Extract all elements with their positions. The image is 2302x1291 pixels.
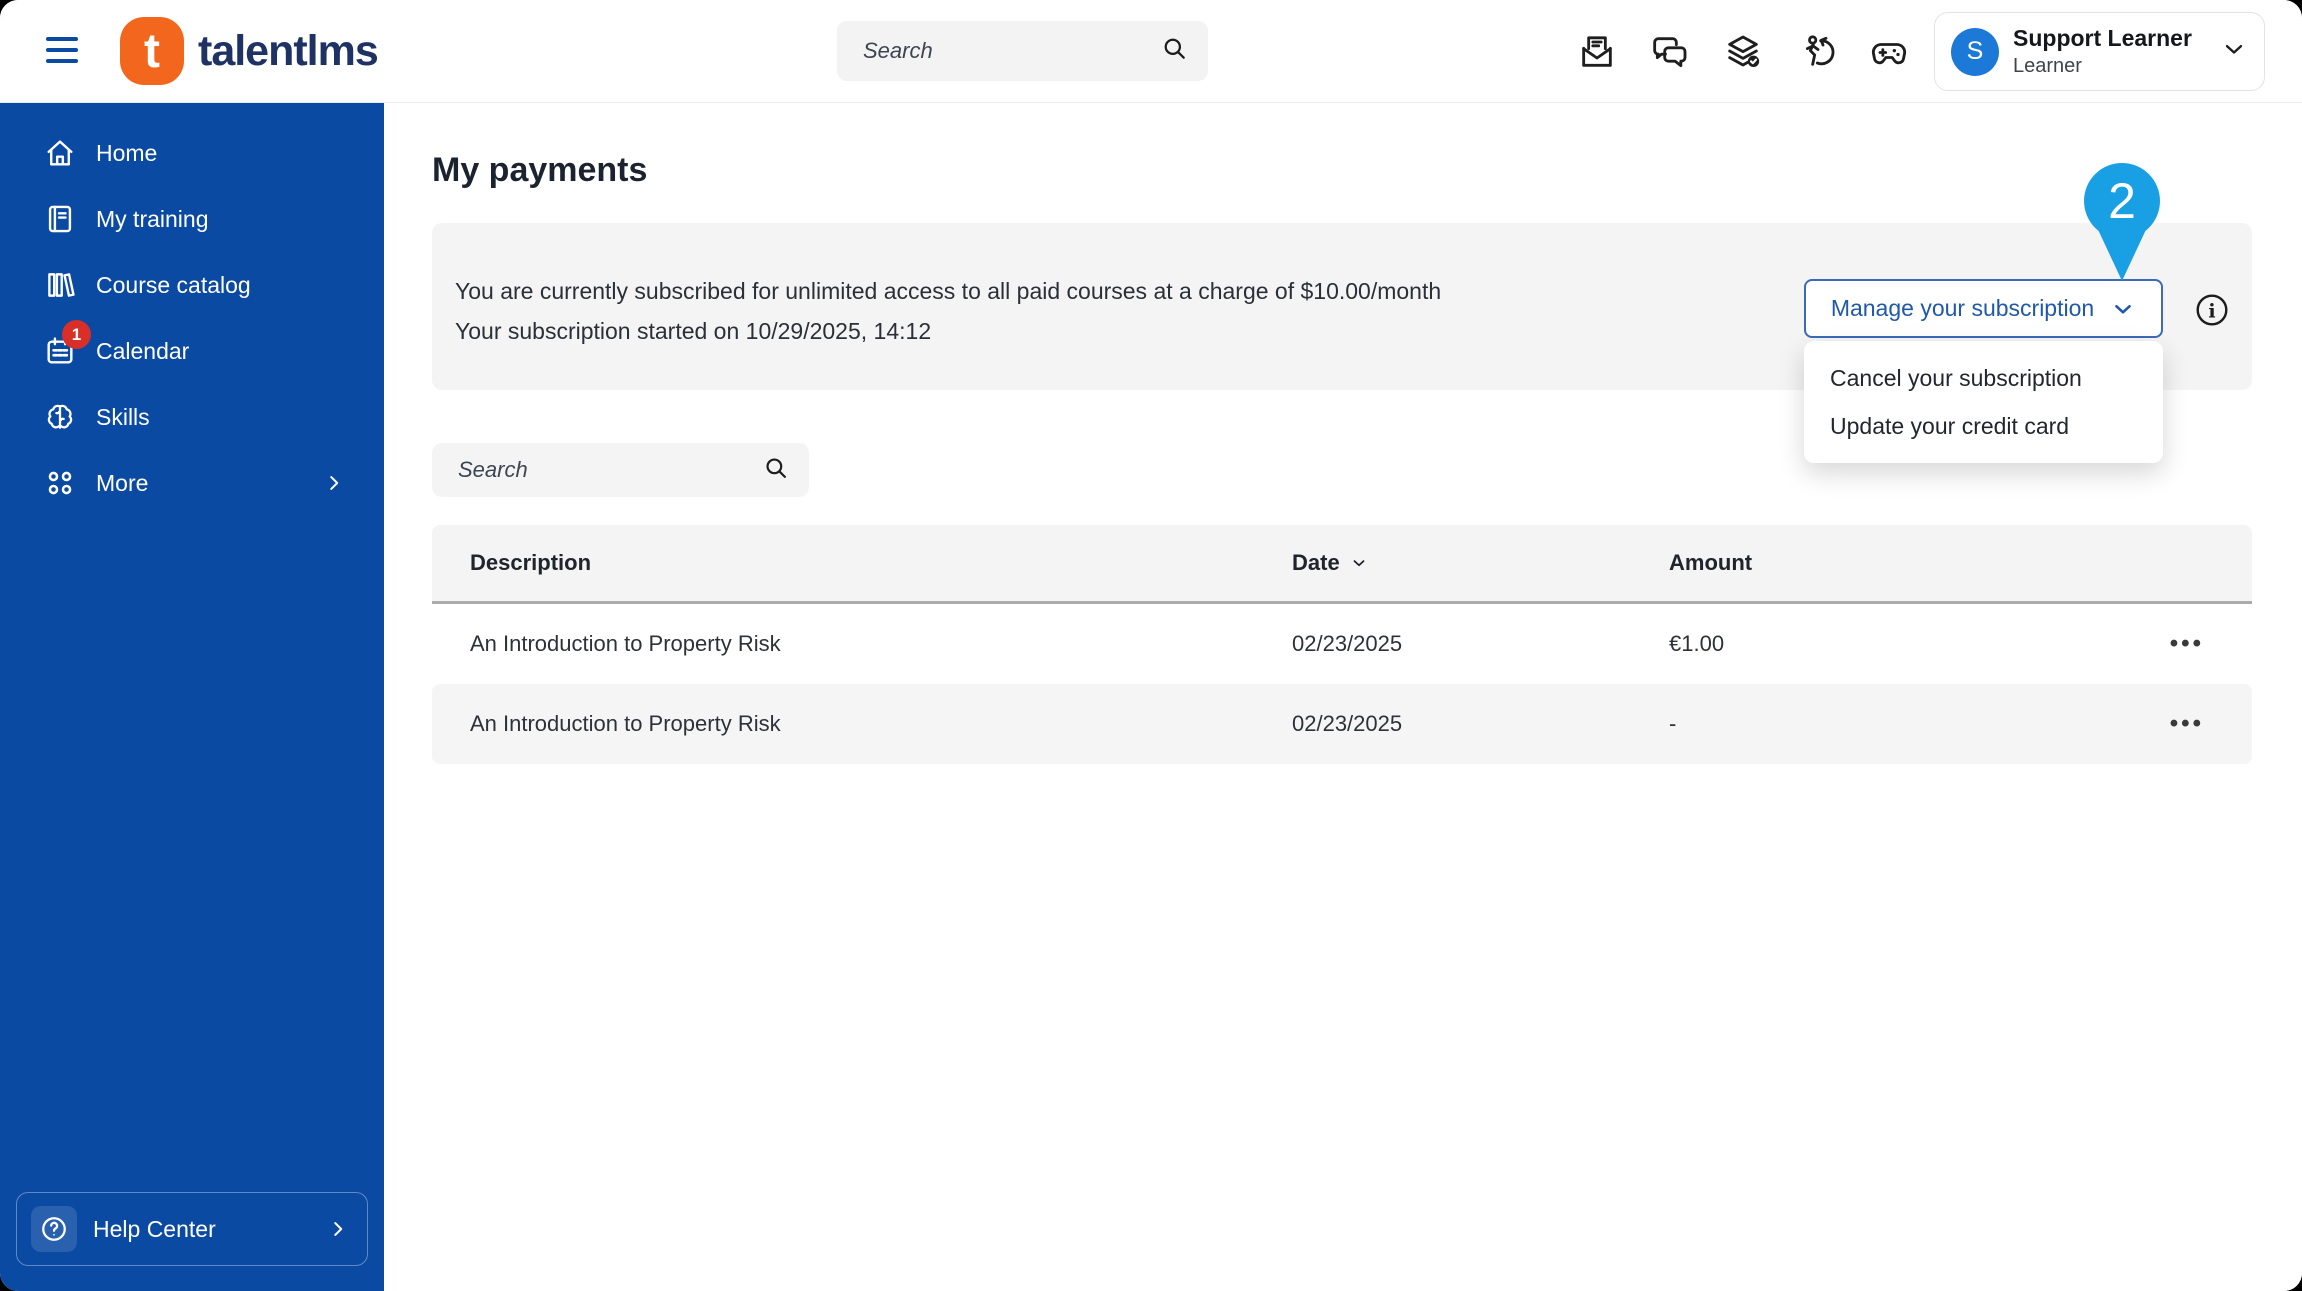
bookshelf-icon <box>43 268 77 302</box>
date-header-label: Date <box>1292 550 1340 575</box>
column-header-date[interactable]: Date <box>1292 550 1669 576</box>
cell-date: 02/23/2025 <box>1292 711 1403 736</box>
logo-text: talentlms <box>198 26 379 75</box>
chevron-right-icon <box>323 472 345 494</box>
payments-search-input[interactable] <box>432 457 763 483</box>
search-icon <box>1161 35 1188 67</box>
help-center-label: Help Center <box>93 1215 216 1242</box>
logo-mark-icon: t <box>120 17 184 85</box>
annotation-number: 2 <box>2108 173 2136 229</box>
subscription-line1: You are currently subscribed for unlimit… <box>455 278 1442 304</box>
hamburger-menu-icon[interactable] <box>46 37 78 64</box>
book-icon <box>43 202 77 236</box>
sidebar-item-more[interactable]: More <box>0 450 384 516</box>
manage-subscription-button[interactable]: Manage your subscription <box>1804 279 2163 338</box>
svg-text:i: i <box>2208 301 2215 323</box>
global-search-input[interactable] <box>837 38 1161 64</box>
global-search <box>837 21 1208 81</box>
logo[interactable]: t talentlms <box>120 17 379 85</box>
sidebar-item-label: My training <box>96 205 209 232</box>
brain-icon <box>43 400 77 434</box>
menu-item-update-credit-card[interactable]: Update your credit card <box>1804 402 2163 450</box>
inbox-icon[interactable] <box>1576 31 1617 72</box>
sidebar-item-label: Home <box>96 139 158 166</box>
annotation-pin-2: 2 <box>2084 163 2160 283</box>
sidebar-item-course-catalog[interactable]: Course catalog <box>0 252 384 318</box>
more-grid-icon <box>43 466 77 500</box>
user-role: Learner <box>2013 55 2082 78</box>
activity-runner-icon[interactable] <box>1795 31 1836 72</box>
column-header-description: Description <box>470 550 592 575</box>
sidebar-item-label: Calendar <box>96 337 190 364</box>
topbar: t talentlms Search S Support Learner Lea… <box>0 0 2302 103</box>
user-info: Support Learner Learner <box>2013 25 2192 79</box>
topbar-icons <box>1576 31 1909 72</box>
table-row: An Introduction to Property Risk 02/23/2… <box>432 604 2252 684</box>
chevron-down-icon <box>2220 35 2248 68</box>
help-icon <box>31 1206 77 1252</box>
sidebar: Home My training Course catalog 1 Calend… <box>0 103 384 1291</box>
sort-chevron-icon <box>1353 560 1365 567</box>
sidebar-item-my-training[interactable]: My training <box>0 186 384 252</box>
subscription-line2: Your subscription started on 10/29/2025,… <box>455 318 932 344</box>
payments-search <box>432 443 809 497</box>
table-header-row: Description Date Amount <box>432 525 2252 604</box>
cell-amount: €1.00 <box>1669 631 1725 656</box>
column-header-amount: Amount <box>1669 550 1753 575</box>
chevron-down-icon <box>2115 304 2131 314</box>
cell-date: 02/23/2025 <box>1292 631 1403 656</box>
cell-description: An Introduction to Property Risk <box>470 711 781 736</box>
cell-description: An Introduction to Property Risk <box>470 631 781 656</box>
sidebar-item-label: More <box>96 469 149 496</box>
levels-badge-icon[interactable] <box>1722 31 1763 72</box>
main-content: My payments You are currently subscribed… <box>384 103 2302 1291</box>
cell-amount: - <box>1669 711 1677 736</box>
discussions-icon[interactable] <box>1649 31 1690 72</box>
manage-subscription-menu: Cancel your subscription Update your cre… <box>1804 341 2163 463</box>
sidebar-item-home[interactable]: Home <box>0 120 384 186</box>
payments-table: Description Date Amount An Introduction … <box>432 525 2252 764</box>
page-title: My payments <box>432 151 648 189</box>
user-name: Support Learner <box>2013 24 2192 51</box>
subscription-text: You are currently subscribed for unlimit… <box>455 271 1441 351</box>
table-row: An Introduction to Property Risk 02/23/2… <box>432 684 2252 764</box>
sidebar-item-skills[interactable]: Skills <box>0 384 384 450</box>
row-menu-button[interactable]: ••• <box>2170 632 2214 656</box>
app-window: t talentlms Search S Support Learner Lea… <box>0 0 2302 1291</box>
gamepad-icon[interactable] <box>1868 31 1909 72</box>
chevron-right-icon <box>327 1218 349 1240</box>
user-avatar: S <box>1951 27 1999 76</box>
info-icon[interactable]: i <box>2195 293 2229 327</box>
sidebar-item-label: Course catalog <box>96 271 251 298</box>
help-center-button[interactable]: Help Center <box>16 1192 368 1266</box>
search-icon <box>763 455 789 486</box>
row-menu-button[interactable]: ••• <box>2170 712 2214 736</box>
user-menu[interactable]: S Support Learner Learner <box>1934 12 2265 91</box>
menu-item-cancel-subscription[interactable]: Cancel your subscription <box>1804 354 2163 402</box>
sidebar-item-label: Skills <box>96 403 150 430</box>
manage-subscription-label: Manage your subscription <box>1830 295 2095 321</box>
sidebar-item-calendar[interactable]: 1 Calendar <box>0 318 384 384</box>
notification-badge: 1 <box>62 320 91 349</box>
home-icon <box>43 136 77 170</box>
